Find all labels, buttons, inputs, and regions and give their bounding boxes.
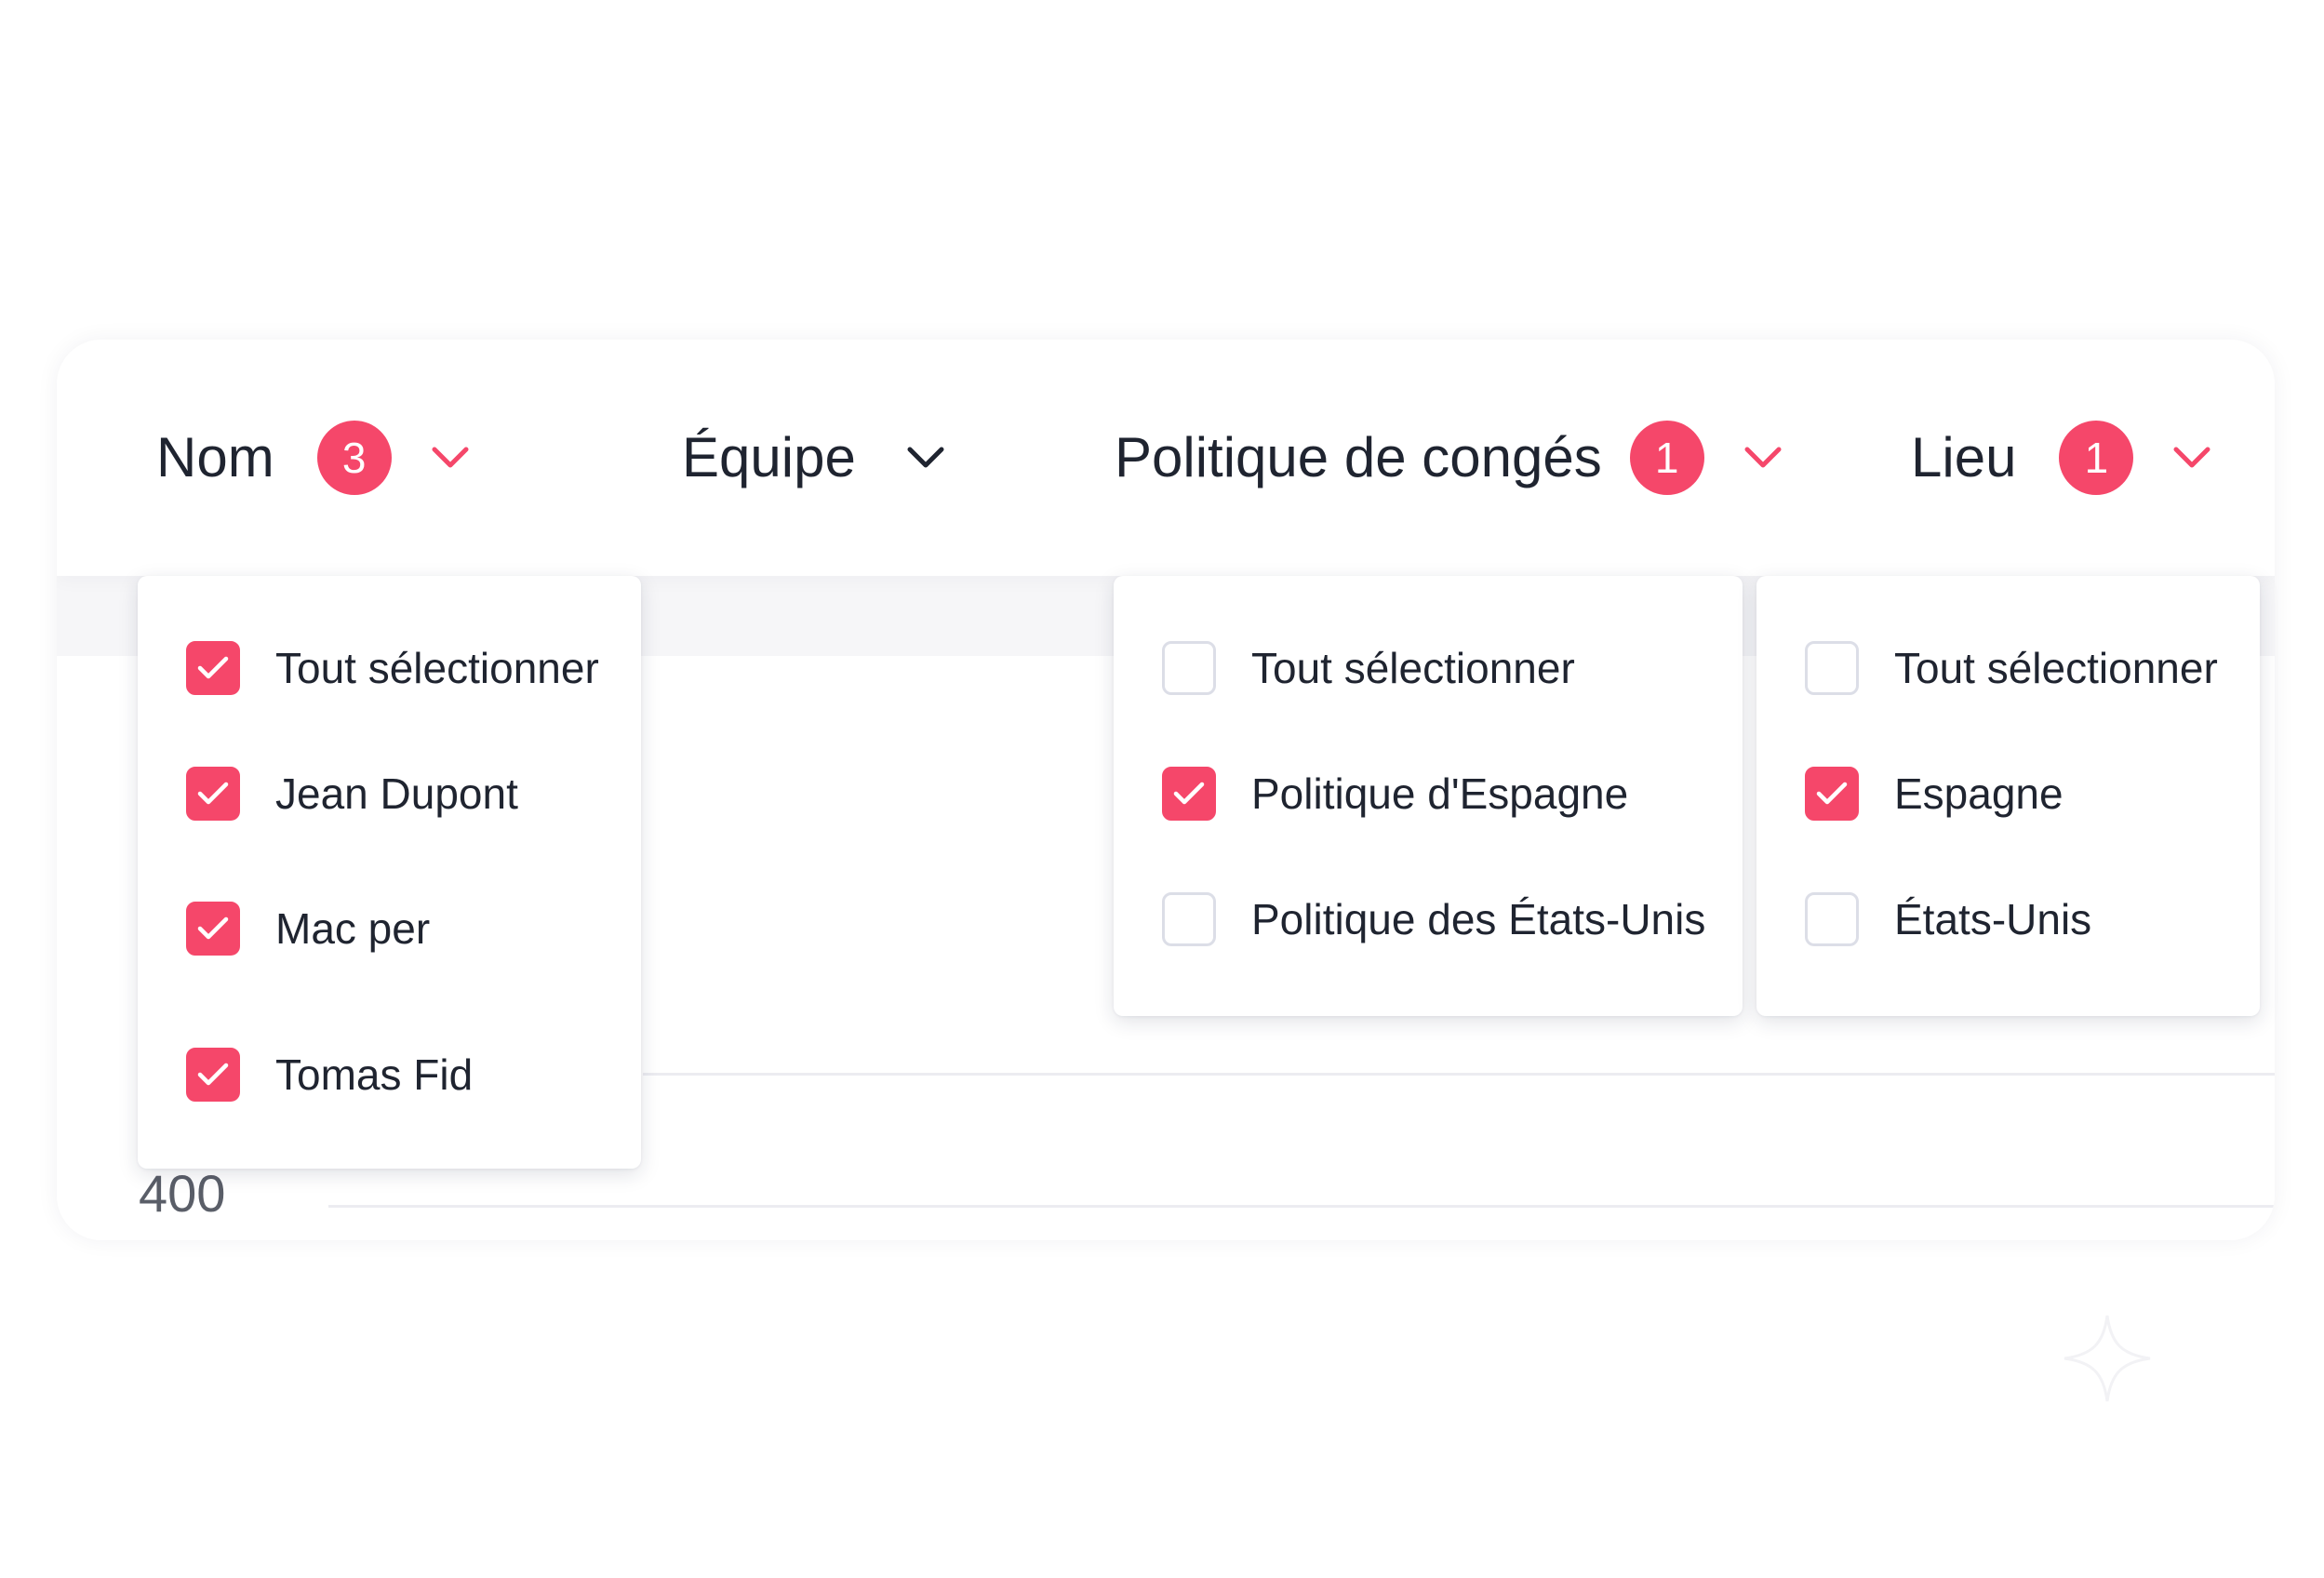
grid-line xyxy=(643,1073,2275,1076)
option-label: Politique d'Espagne xyxy=(1251,769,1629,818)
filter-label: Nom xyxy=(156,426,274,488)
option-label: Politique des États-Unis xyxy=(1251,895,1706,943)
sparkle-icon xyxy=(2061,1312,2154,1410)
chevron-down-icon[interactable] xyxy=(906,446,945,470)
filter-bar: Nom 3 Équipe Politique de congés 1 Lieu … xyxy=(57,340,2275,576)
option-label: Jean Dupont xyxy=(275,769,518,818)
filter-count-badge: 1 xyxy=(2059,421,2134,495)
filter-politique-de-conges[interactable]: Politique de congés 1 xyxy=(1115,340,1783,576)
checkbox[interactable] xyxy=(1805,767,1859,821)
filter-label: Lieu xyxy=(1911,426,2017,488)
checkbox[interactable] xyxy=(1805,641,1859,695)
option-tomas-fid[interactable]: Tomas Fid xyxy=(186,1048,473,1102)
option-politique-etats-unis[interactable]: Politique des États-Unis xyxy=(1162,892,1705,946)
option-select-all[interactable]: Tout sélectionner xyxy=(1162,641,1575,695)
grid-line xyxy=(328,1205,2275,1208)
dropdown-nom: Tout sélectionner Jean Dupont Mac per To… xyxy=(138,576,641,1169)
option-politique-espagne[interactable]: Politique d'Espagne xyxy=(1162,767,1628,821)
filter-count-badge: 1 xyxy=(1629,421,1704,495)
filter-equipe[interactable]: Équipe xyxy=(682,340,945,576)
checkbox[interactable] xyxy=(186,641,240,695)
filter-label: Politique de congés xyxy=(1115,426,1602,488)
chevron-down-icon[interactable] xyxy=(1743,446,1783,470)
checkbox[interactable] xyxy=(1162,892,1216,946)
checkbox[interactable] xyxy=(1805,892,1859,946)
option-mac-per[interactable]: Mac per xyxy=(186,902,430,956)
filter-lieu[interactable]: Lieu 1 xyxy=(1911,340,2211,576)
option-select-all[interactable]: Tout sélectionner xyxy=(186,641,599,695)
filter-count-badge: 3 xyxy=(316,421,392,495)
y-axis-label: 400 xyxy=(139,1164,226,1223)
option-espagne[interactable]: Espagne xyxy=(1805,767,2064,821)
dropdown-lieu: Tout sélectionner Espagne États-Unis xyxy=(1756,576,2260,1016)
checkbox[interactable] xyxy=(186,1048,240,1102)
dropdown-politique-de-conges: Tout sélectionner Politique d'Espagne Po… xyxy=(1114,576,1743,1016)
filter-label: Équipe xyxy=(682,426,856,488)
checkbox[interactable] xyxy=(186,767,240,821)
option-label: Mac per xyxy=(275,904,431,953)
chevron-down-icon[interactable] xyxy=(431,446,470,470)
checkbox[interactable] xyxy=(1162,767,1216,821)
chevron-down-icon[interactable] xyxy=(2172,446,2211,470)
option-label: Tomas Fid xyxy=(275,1050,474,1099)
filter-nom[interactable]: Nom 3 xyxy=(156,340,470,576)
option-label: Tout sélectionner xyxy=(1251,644,1575,692)
option-label: Espagne xyxy=(1894,769,2064,818)
option-label: États-Unis xyxy=(1894,895,2092,943)
option-jean-dupont[interactable]: Jean Dupont xyxy=(186,767,518,821)
checkbox[interactable] xyxy=(186,902,240,956)
checkbox[interactable] xyxy=(1162,641,1216,695)
option-etats-unis[interactable]: États-Unis xyxy=(1805,892,2091,946)
option-label: Tout sélectionner xyxy=(275,644,599,692)
option-select-all[interactable]: Tout sélectionner xyxy=(1805,641,2218,695)
option-label: Tout sélectionner xyxy=(1894,644,2218,692)
